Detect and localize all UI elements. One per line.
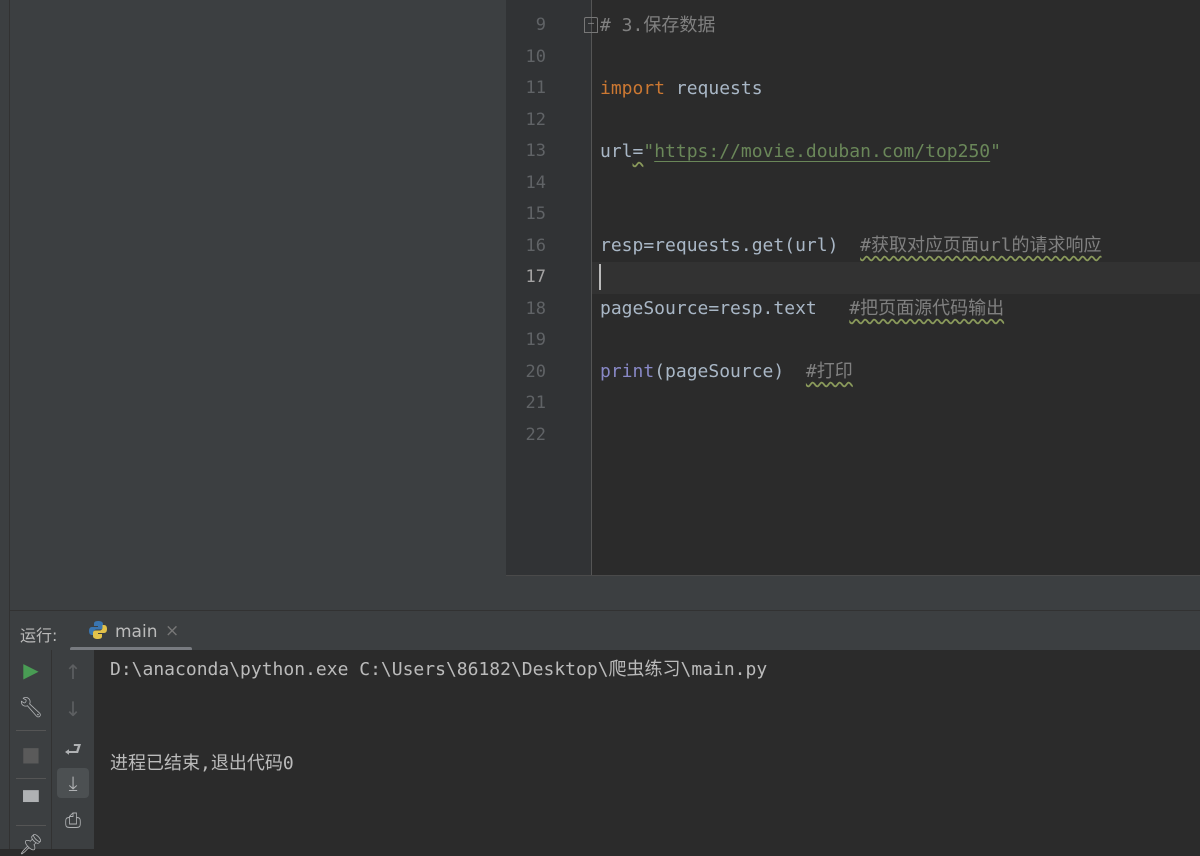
- divider: [16, 825, 46, 826]
- code-line-20: print(pageSource) #打印: [600, 361, 853, 382]
- console-exit-message: 进程已结束,退出代码0: [110, 753, 294, 774]
- scroll-to-end-icon: ⤓: [68, 771, 78, 795]
- project-panel: [10, 0, 506, 610]
- code-line-18: pageSource=resp.text #把页面源代码输出: [600, 298, 1005, 319]
- line-number: 10: [525, 46, 546, 67]
- line-number: 22: [525, 424, 546, 445]
- code-editor[interactable]: – # 3.保存数据 import requests url="https://…: [584, 0, 1200, 575]
- run-icon[interactable]: ▶: [10, 658, 52, 682]
- code-line-16: resp=requests.get(url) #获取对应页面url的请求响应: [600, 235, 1102, 256]
- text-caret: [599, 264, 601, 290]
- scroll-to-end-button[interactable]: ⤓: [57, 768, 89, 798]
- run-panel-header: 运行: main ×: [10, 610, 1200, 651]
- url-link[interactable]: https://movie.douban.com/top250: [654, 141, 990, 162]
- line-number: 16: [525, 235, 546, 256]
- code-line-11: import requests: [600, 78, 763, 99]
- soft-wrap-icon[interactable]: ⮐: [52, 735, 94, 769]
- layout-icon[interactable]: ▀: [10, 790, 52, 814]
- line-number: 12: [525, 109, 546, 130]
- code-line-13: url="https://movie.douban.com/top250": [600, 141, 1001, 162]
- pin-icon[interactable]: 📌︎: [10, 832, 52, 856]
- wrench-icon[interactable]: 🔧︎: [10, 695, 52, 719]
- line-gutter: 9 10 11 12 13 14 15 16 17 18 19 20 21 22: [506, 0, 592, 575]
- line-number: 15: [525, 204, 546, 224]
- run-toolbar: ▶ 🔧︎ ■ ▀ 📌︎: [10, 650, 52, 856]
- current-line-highlight: [592, 262, 1200, 294]
- line-number: 21: [525, 393, 546, 413]
- line-number: 9: [535, 15, 546, 35]
- close-icon[interactable]: ×: [165, 621, 179, 641]
- tab-main-label: main: [115, 622, 158, 642]
- divider: [16, 778, 46, 779]
- line-number: 17: [525, 267, 546, 287]
- divider: [16, 730, 46, 731]
- arrow-up-icon[interactable]: ↑: [52, 660, 94, 684]
- arrow-down-icon[interactable]: ↓: [52, 697, 94, 721]
- console-command: D:\anaconda\python.exe C:\Users\86182\De…: [110, 659, 768, 680]
- print-icon[interactable]: ⎙: [52, 808, 94, 832]
- line-number: 20: [525, 361, 546, 382]
- fold-icon[interactable]: –: [584, 17, 598, 33]
- line-number: 14: [525, 172, 546, 193]
- console-output[interactable]: D:\anaconda\python.exe C:\Users\86182\De…: [94, 650, 1200, 849]
- console-toolbar: ↑ ↓ ⮐ ⤓ ⎙: [52, 650, 94, 849]
- code-line-9: # 3.保存数据: [600, 15, 716, 36]
- line-number: 18: [525, 298, 546, 319]
- editor-bottom-bar: [506, 575, 1200, 610]
- run-label: 运行:: [20, 626, 58, 645]
- python-icon: [89, 621, 107, 639]
- line-number: 19: [525, 330, 546, 350]
- line-number: 13: [525, 141, 546, 161]
- line-number: 11: [525, 78, 546, 98]
- stop-icon[interactable]: ■: [10, 742, 52, 766]
- tab-main[interactable]: main ×: [70, 611, 192, 651]
- left-tool-strip: [0, 0, 10, 849]
